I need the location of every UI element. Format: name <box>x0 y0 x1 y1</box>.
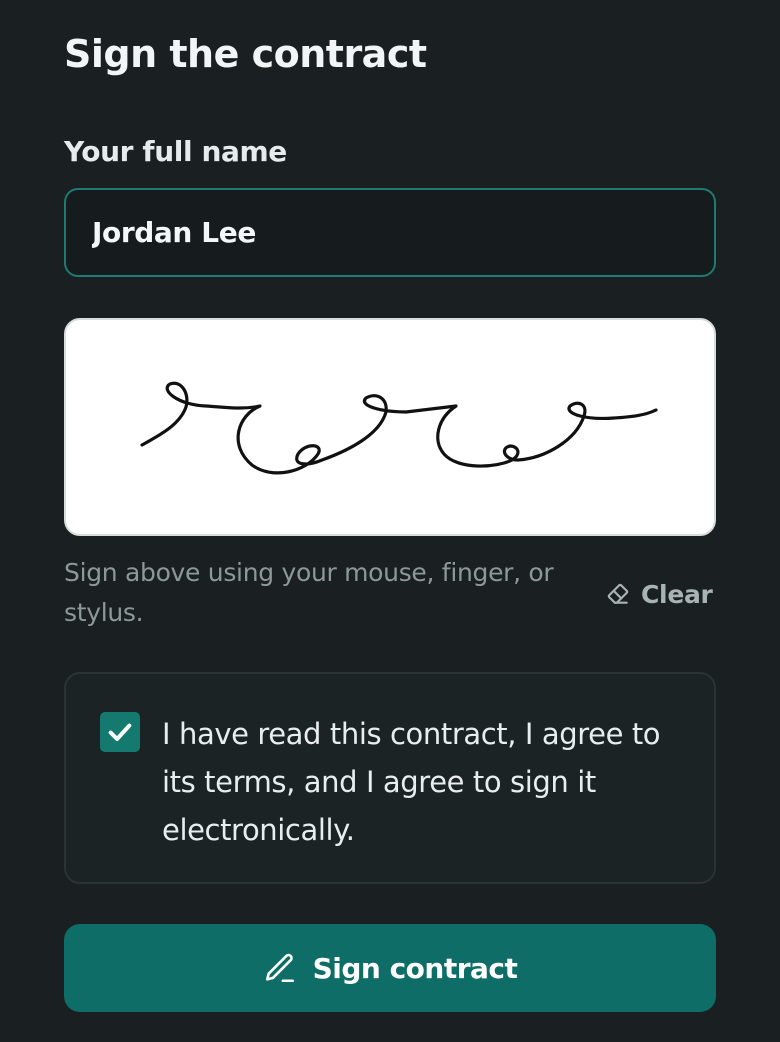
eraser-icon <box>605 581 631 607</box>
check-icon <box>108 723 132 741</box>
sign-contract-label: Sign contract <box>312 951 518 985</box>
signature-hint: Sign above using your mouse, finger, or … <box>64 558 554 627</box>
signature-pad[interactable] <box>64 318 716 536</box>
sign-contract-button[interactable]: Sign contract <box>64 924 716 1012</box>
full-name-input[interactable] <box>64 188 716 277</box>
sign-contract-form: Sign the contract Your full name Sign ab… <box>0 0 780 1042</box>
pen-icon <box>263 951 297 985</box>
signature-drawing <box>140 381 658 475</box>
consent-checkbox[interactable] <box>100 712 140 752</box>
consent-box: I have read this contract, I agree to it… <box>64 672 716 884</box>
full-name-label: Your full name <box>64 135 287 168</box>
consent-text: I have read this contract, I agree to it… <box>162 717 661 847</box>
clear-signature-button[interactable]: Clear <box>605 574 713 614</box>
page-title: Sign the contract <box>64 32 427 76</box>
clear-label: Clear <box>641 579 713 609</box>
